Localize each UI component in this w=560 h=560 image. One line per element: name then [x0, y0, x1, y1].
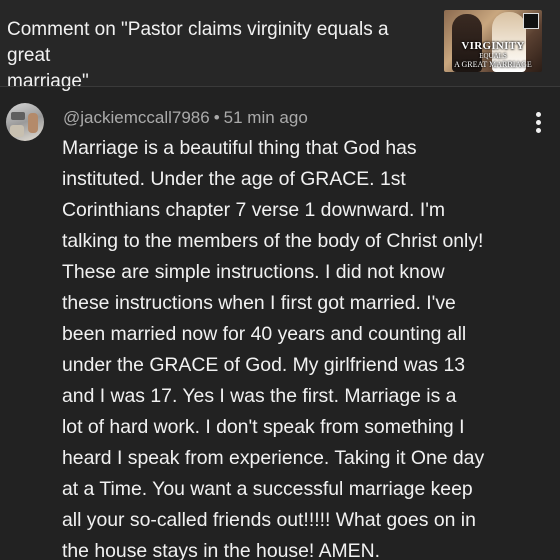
thumbnail-caption-1: VIRGINITY: [461, 40, 525, 52]
comment-page: Comment on "Pastor claims virginity equa…: [0, 0, 560, 560]
header-title: Comment on "Pastor claims virginity equa…: [7, 17, 432, 95]
comment-line: these instructions when I first got marr…: [62, 292, 456, 314]
comment-line: all your so-called friends out!!!!! What…: [62, 509, 476, 531]
comment-line: and I was 17. Yes I was the first. Marri…: [62, 385, 457, 407]
comment-line: heard I speak from experience. Taking it…: [62, 447, 485, 469]
header-divider: [0, 86, 560, 87]
comment-header: Comment on "Pastor claims virginity equa…: [0, 0, 560, 92]
avatar-detail-2: [28, 113, 38, 133]
comment-line: lot of hard work. I don't speak from som…: [62, 416, 465, 438]
comment-body: Marriage is a beautiful thing that God h…: [62, 133, 546, 560]
comment-author[interactable]: @jackiemccall7986: [63, 108, 210, 127]
comment-line: Marriage is a beautiful thing that God h…: [62, 137, 417, 159]
meta-separator: •: [213, 108, 220, 127]
comment-line: Corinthians chapter 7 verse 1 downward. …: [62, 199, 446, 221]
thumbnail-caption-2: EQUALS: [479, 52, 507, 60]
comment-line: under the GRACE of God. My girlfriend wa…: [62, 354, 466, 376]
video-thumbnail[interactable]: VIRGINITY EQUALS A GREAT MARRIAGE: [444, 10, 542, 72]
comment-line: been married now for 40 years and counti…: [62, 323, 467, 345]
avatar[interactable]: [6, 103, 44, 141]
comment-line: These are simple instructions. I did not…: [62, 261, 445, 283]
comment-meta: @jackiemccall7986 • 51 min ago: [63, 107, 308, 129]
header-title-line-2: marriage": [7, 71, 89, 92]
comment-time: 51 min ago: [223, 108, 308, 127]
thumbnail-channel-badge: [523, 13, 539, 29]
avatar-detail-3: [10, 125, 24, 137]
comment-line: instituted. Under the age of GRACE. 1st: [62, 168, 406, 190]
avatar-detail-1: [11, 112, 25, 120]
kebab-dot: [536, 120, 541, 125]
thumbnail-caption-3: A GREAT MARRIAGE: [454, 60, 532, 69]
kebab-dot: [536, 112, 541, 117]
comment-line: the house stays in the house! AMEN.: [62, 540, 380, 560]
comment-line: at a Time. You want a successful marriag…: [62, 478, 473, 500]
comment-line: talking to the members of the body of Ch…: [62, 230, 484, 252]
header-title-line-1: Comment on "Pastor claims virginity equa…: [7, 19, 389, 66]
